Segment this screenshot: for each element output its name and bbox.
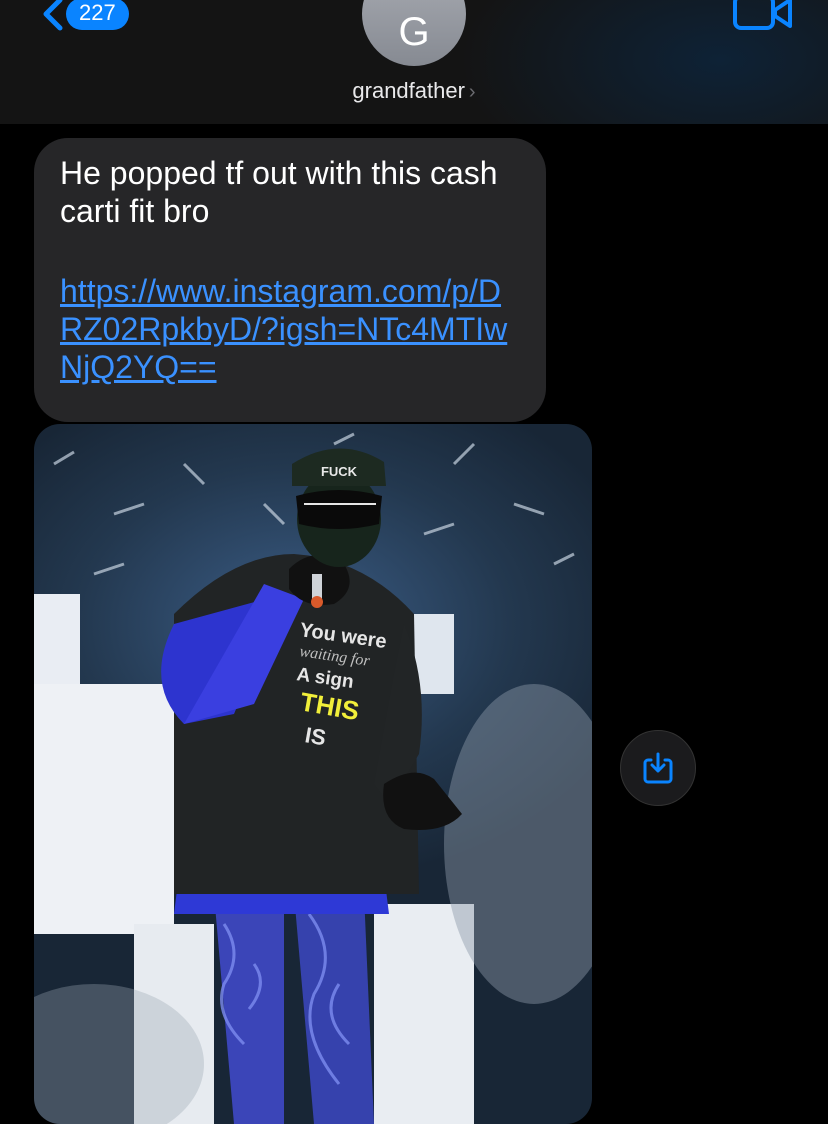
conversation-header: 227 G grandfather › — [0, 0, 828, 124]
cap-text: FUCK — [321, 464, 358, 479]
contact-name-button[interactable]: grandfather › — [0, 78, 828, 104]
unread-count-badge[interactable]: 227 — [66, 0, 129, 30]
chevron-right-icon: › — [468, 81, 476, 103]
contact-avatar[interactable]: G — [362, 0, 466, 66]
avatar-initial: G — [398, 10, 430, 54]
contact-name: grandfather — [352, 78, 465, 103]
message-text: He popped tf out with this cash carti fi… — [60, 155, 498, 229]
save-download-icon — [643, 752, 673, 784]
instagram-link[interactable]: https://www.instagram.com/p/DRZ02RpkbyD/… — [60, 272, 522, 386]
image-attachment[interactable]: FUCK You were waiting for A sign THIS IS — [34, 424, 592, 1124]
photo-content: FUCK You were waiting for A sign THIS IS — [34, 432, 592, 1124]
shirt-line-5: IS — [303, 722, 328, 750]
message-bubble[interactable]: He popped tf out with this cash carti fi… — [34, 138, 546, 422]
save-image-button[interactable] — [620, 730, 696, 806]
video-camera-icon[interactable] — [732, 0, 794, 34]
